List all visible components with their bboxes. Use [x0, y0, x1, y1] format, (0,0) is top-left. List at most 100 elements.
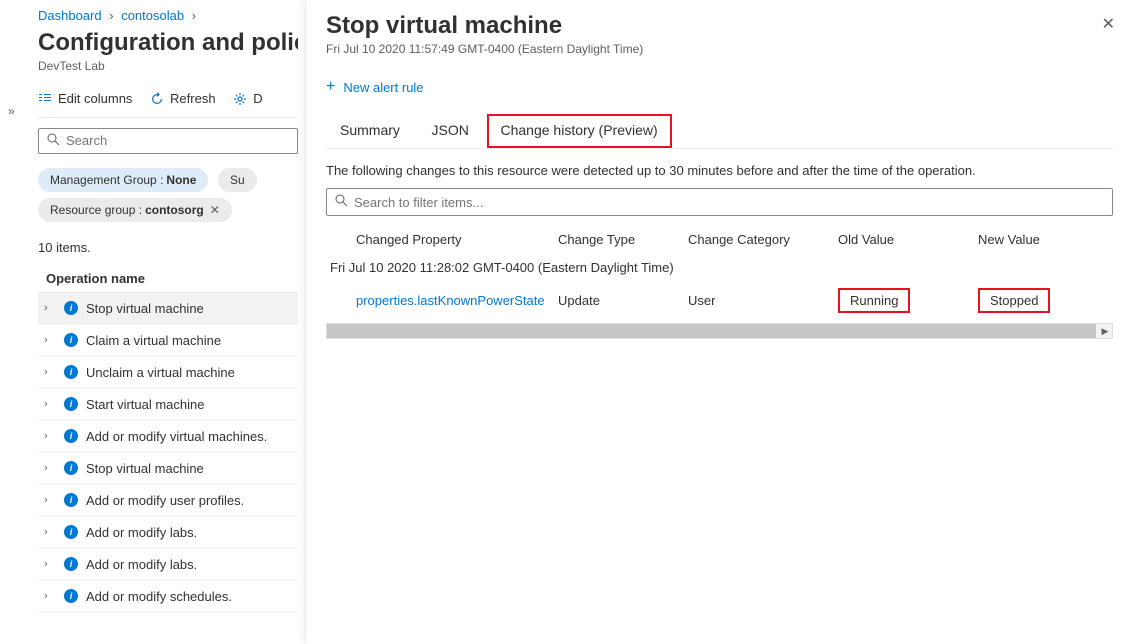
chevron-right-icon: ›: [44, 526, 56, 538]
th-category[interactable]: Change Category: [688, 232, 838, 247]
cell-category: User: [688, 293, 838, 308]
cell-type: Update: [558, 293, 688, 308]
scrollbar-thumb[interactable]: [327, 324, 1096, 338]
filter-management-group[interactable]: Management Group : None: [38, 168, 208, 192]
search-input-container[interactable]: [38, 128, 298, 154]
toolbar-more-label: D: [253, 91, 262, 106]
info-icon: i: [64, 429, 78, 443]
item-count: 10 items.: [38, 240, 298, 255]
edit-columns-button[interactable]: Edit columns: [38, 91, 132, 106]
breadcrumb-lab[interactable]: contosolab: [121, 8, 184, 23]
plus-icon: +: [326, 78, 335, 96]
chevron-right-icon: ›: [192, 8, 196, 23]
detail-panel: ✕ Stop virtual machine Fri Jul 10 2020 1…: [305, 0, 1133, 644]
operation-row[interactable]: › i Stop virtual machine: [38, 293, 298, 325]
edit-columns-label: Edit columns: [58, 91, 132, 106]
panel-title: Stop virtual machine: [326, 12, 1113, 40]
info-icon: i: [64, 525, 78, 539]
chevron-right-icon: ›: [44, 398, 56, 410]
pill-label: Su: [230, 173, 245, 187]
tab-change-history[interactable]: Change history (Preview): [487, 114, 672, 148]
operation-list: ›iStop virtual machine›iClaim a virtual …: [38, 293, 298, 613]
tab-summary[interactable]: Summary: [326, 114, 414, 148]
operation-name: Stop virtual machine: [86, 461, 204, 476]
info-icon: i: [64, 557, 78, 571]
chevron-right-icon: ›: [44, 366, 56, 378]
filter-input-container[interactable]: [326, 188, 1113, 216]
operation-name: Add or modify schedules.: [86, 589, 232, 604]
info-icon: i: [64, 461, 78, 475]
operation-name: Add or modify virtual machines.: [86, 429, 267, 444]
info-icon: i: [64, 589, 78, 603]
th-type[interactable]: Change Type: [558, 232, 688, 247]
gear-icon: [233, 92, 247, 106]
operation-row[interactable]: › i Unclaim a virtual machine: [38, 357, 298, 389]
chevron-right-icon: ›: [44, 590, 56, 602]
chevron-right-icon: ›: [44, 334, 56, 346]
operation-row[interactable]: ›iAdd or modify labs.: [38, 517, 298, 549]
table-row[interactable]: properties.lastKnownPowerState Update Us…: [326, 282, 1113, 319]
panel-subtitle: Fri Jul 10 2020 11:57:49 GMT-0400 (Easte…: [326, 42, 1113, 56]
th-new-value[interactable]: New Value: [978, 232, 1108, 247]
pill-label: Management Group :: [50, 173, 163, 187]
th-property[interactable]: Changed Property: [326, 232, 558, 247]
toolbar: Edit columns Refresh D: [38, 91, 298, 118]
tab-json[interactable]: JSON: [418, 114, 483, 148]
info-icon: i: [64, 397, 78, 411]
breadcrumb: Dashboard › contosolab ›: [38, 8, 298, 23]
chevron-right-icon: ›: [44, 494, 56, 506]
chevron-right-icon: ›: [44, 558, 56, 570]
columns-icon: [38, 92, 52, 106]
horizontal-scrollbar[interactable]: ◀ ▶: [326, 323, 1113, 339]
operation-name: Add or modify labs.: [86, 557, 197, 572]
search-icon: [47, 133, 60, 149]
toolbar-more-button[interactable]: D: [233, 91, 262, 106]
change-history-note: The following changes to this resource w…: [326, 163, 1113, 178]
operation-name: Claim a virtual machine: [86, 333, 221, 348]
operation-row[interactable]: › i Add or modify virtual machines.: [38, 421, 298, 453]
chevron-right-icon: ›: [44, 302, 56, 314]
info-icon: i: [64, 493, 78, 507]
info-icon: i: [64, 301, 78, 315]
chevron-right-icon: ›: [44, 430, 56, 442]
operation-row[interactable]: › i Add or modify schedules.: [38, 581, 298, 613]
pill-value: contosorg: [145, 203, 204, 217]
page-subtitle: DevTest Lab: [38, 59, 298, 73]
column-header[interactable]: Operation name: [38, 265, 298, 293]
refresh-button[interactable]: Refresh: [150, 91, 216, 106]
property-link[interactable]: properties.lastKnownPowerState: [356, 293, 545, 308]
operation-name: Stop virtual machine: [86, 301, 204, 316]
operation-name: Unclaim a virtual machine: [86, 365, 235, 380]
filter-resource-group[interactable]: Resource group : contosorg ✕: [38, 198, 232, 222]
operation-row[interactable]: ›iClaim a virtual machine: [38, 325, 298, 357]
operation-row[interactable]: › i Start virtual machine: [38, 389, 298, 421]
filter-input[interactable]: [354, 195, 1104, 210]
close-icon[interactable]: ✕: [210, 203, 220, 217]
page-title: Configuration and policies: [38, 29, 298, 57]
chevron-right-icon: ›: [44, 462, 56, 474]
operation-row[interactable]: › i Add or modify labs.: [38, 549, 298, 581]
new-alert-button[interactable]: + New alert rule: [326, 78, 424, 96]
old-value: Running: [838, 288, 910, 313]
pill-value: None: [166, 173, 196, 187]
new-alert-label: New alert rule: [343, 80, 423, 95]
operation-name: Start virtual machine: [86, 397, 205, 412]
search-input[interactable]: [66, 133, 289, 148]
panel-tabs: Summary JSON Change history (Preview): [326, 114, 1113, 149]
group-timestamp: Fri Jul 10 2020 11:28:02 GMT-0400 (Easte…: [326, 253, 1113, 282]
operation-row[interactable]: › i Stop virtual machine: [38, 453, 298, 485]
filter-pills: Management Group : None Su Resource grou…: [38, 168, 298, 228]
scroll-right-icon[interactable]: ▶: [1098, 324, 1112, 338]
refresh-label: Refresh: [170, 91, 216, 106]
expand-toggle-icon[interactable]: »: [8, 104, 15, 118]
filter-subscription[interactable]: Su: [218, 168, 257, 192]
search-icon: [335, 194, 348, 210]
breadcrumb-dashboard[interactable]: Dashboard: [38, 8, 102, 23]
operation-name: Add or modify user profiles.: [86, 493, 244, 508]
refresh-icon: [150, 92, 164, 106]
chevron-right-icon: ›: [109, 8, 113, 23]
info-icon: i: [64, 365, 78, 379]
close-button[interactable]: ✕: [1102, 14, 1115, 34]
operation-row[interactable]: › i Add or modify user profiles.: [38, 485, 298, 517]
th-old-value[interactable]: Old Value: [838, 232, 978, 247]
